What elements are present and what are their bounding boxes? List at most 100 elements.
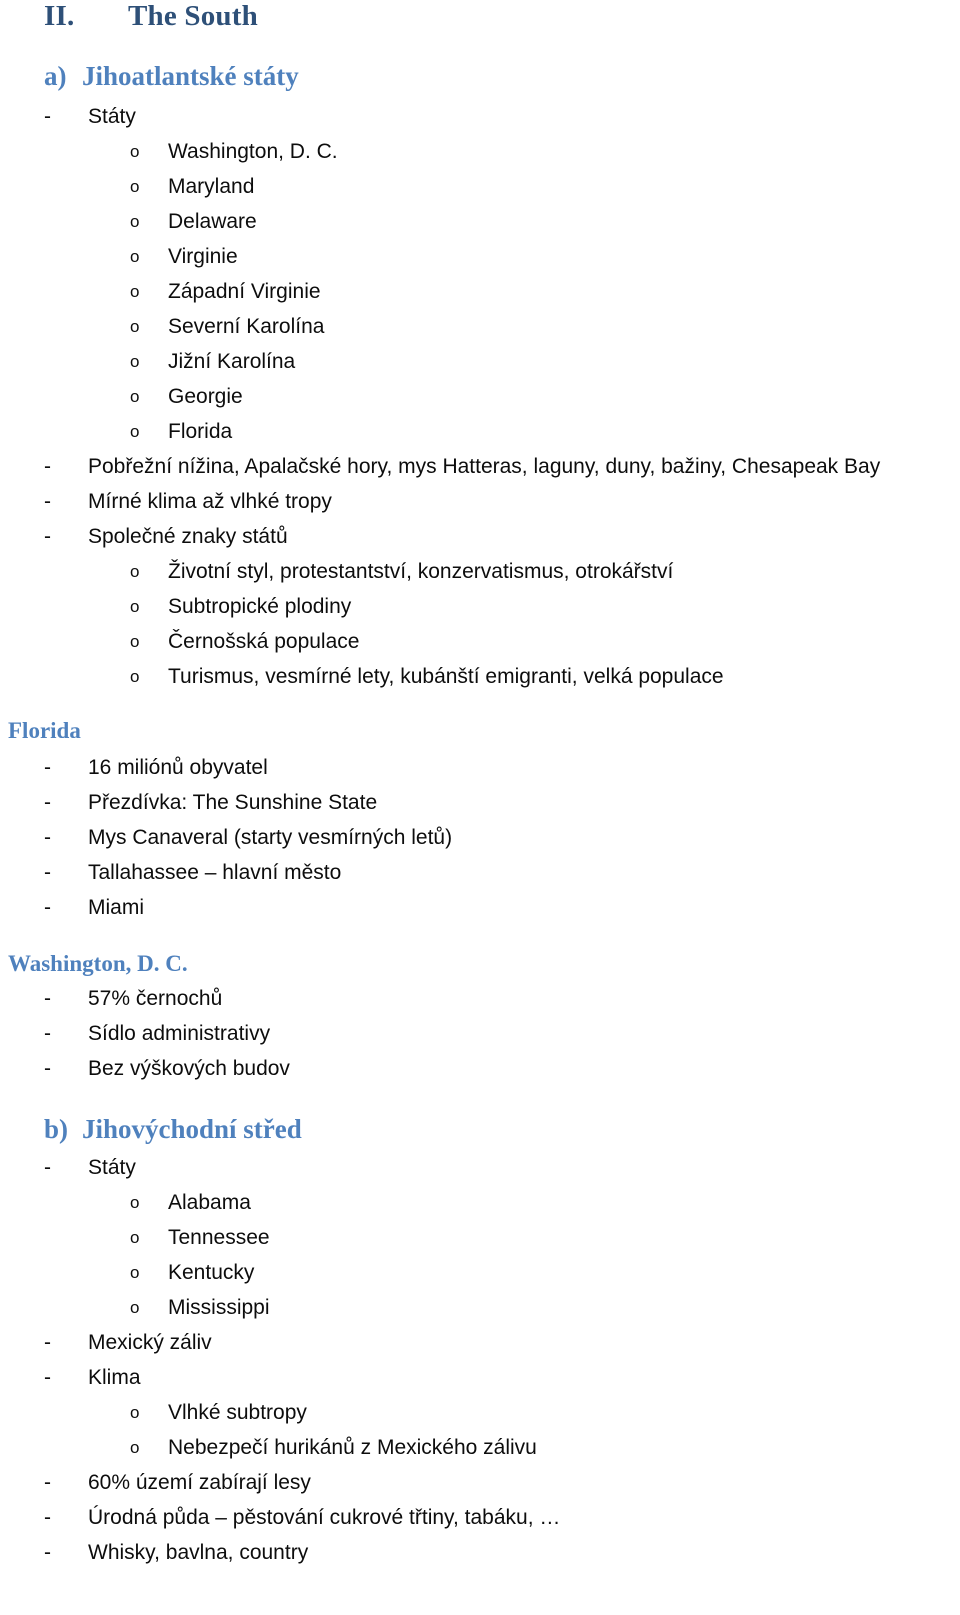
dash-bullet-icon: - <box>44 105 51 128</box>
list-item: - 16 miliónů obyvatel <box>44 755 268 780</box>
list-item-label: Vlhké subtropy <box>168 1401 307 1424</box>
list-item: o Virginie <box>130 244 238 269</box>
dash-bullet-icon: - <box>44 1471 51 1494</box>
list-item-label: Úrodná půda – pěstování cukrové třtiny, … <box>88 1506 561 1529</box>
heading-place-washington: Washington, D. C. <box>8 951 188 976</box>
dash-bullet-icon: - <box>44 1057 51 1080</box>
circle-bullet-icon: o <box>130 247 140 266</box>
heading-subsection-b-title: Jihovýchodní střed <box>82 1114 302 1144</box>
list-item: - Bez výškových budov <box>44 1056 290 1081</box>
circle-bullet-icon: o <box>130 142 140 161</box>
list-item-label: Jižní Karolína <box>168 350 296 373</box>
list-item-label: Georgie <box>168 385 243 408</box>
list-item: o Severní Karolína <box>130 314 324 339</box>
list-item-label: Mírné klima až vlhké tropy <box>88 490 332 513</box>
list-item: o Černošská populace <box>130 629 359 654</box>
dash-bullet-icon: - <box>44 455 51 478</box>
circle-bullet-icon: o <box>130 1228 140 1247</box>
list-item-label: Přezdívka: The Sunshine State <box>88 791 378 814</box>
circle-bullet-icon: o <box>130 387 140 406</box>
circle-bullet-icon: o <box>130 562 140 581</box>
circle-bullet-icon: o <box>130 177 140 196</box>
list-item-label: Subtropické plodiny <box>168 595 352 618</box>
list-item: - Státy <box>44 1155 136 1180</box>
list-item-label: Virginie <box>168 245 238 268</box>
list-item-label: Sídlo administrativy <box>88 1022 271 1045</box>
heading-subsection-b-marker: b) <box>44 1114 69 1144</box>
heading-subsection-a: a) Jihoatlantské státy <box>44 61 299 92</box>
list-item-label: Pobřežní nížina, Apalačské hory, mys Hat… <box>88 455 881 478</box>
list-item: o Vlhké subtropy <box>130 1400 307 1425</box>
list-item: o Turismus, vesmírné lety, kubánští emig… <box>130 664 724 689</box>
list-item-label: Delaware <box>168 210 257 233</box>
list-item: o Západní Virginie <box>130 279 321 304</box>
list-item: o Jižní Karolína <box>130 349 295 374</box>
heading-subsection-a-title: Jihoatlantské státy <box>82 61 299 91</box>
list-item: - 57% černochů <box>44 986 222 1011</box>
dash-bullet-icon: - <box>44 861 51 884</box>
list-item: o Tennessee <box>130 1225 270 1250</box>
list-item: o Nebezpečí hurikánů z Mexického zálivu <box>130 1435 537 1460</box>
list-item-label: Životní styl, protestantství, konzervati… <box>168 560 674 583</box>
list-item-label: Západní Virginie <box>168 280 321 303</box>
circle-bullet-icon: o <box>130 282 140 301</box>
list-item-label: Severní Karolína <box>168 315 325 338</box>
list-item-label: 16 miliónů obyvatel <box>88 756 268 779</box>
list-item: - Mys Canaveral (starty vesmírných letů) <box>44 825 452 850</box>
list-item-label: Alabama <box>168 1191 251 1214</box>
list-item: - Státy <box>44 104 136 129</box>
list-item: - Mírné klima až vlhké tropy <box>44 489 332 514</box>
list-item-label: Mississippi <box>168 1296 270 1319</box>
circle-bullet-icon: o <box>130 1403 140 1422</box>
dash-bullet-icon: - <box>44 756 51 779</box>
heading-subsection-a-marker: a) <box>44 61 67 91</box>
document-page: II. The South a) Jihoatlantské státy - S… <box>0 0 960 1615</box>
list-item: o Maryland <box>130 174 254 199</box>
circle-bullet-icon: o <box>130 632 140 651</box>
circle-bullet-icon: o <box>130 352 140 371</box>
list-item: o Alabama <box>130 1190 251 1215</box>
dash-bullet-icon: - <box>44 1541 51 1564</box>
dash-bullet-icon: - <box>44 791 51 814</box>
circle-bullet-icon: o <box>130 1263 140 1282</box>
heading-place-florida: Florida <box>8 718 81 743</box>
heading-section-marker: II. <box>44 0 75 32</box>
dash-bullet-icon: - <box>44 1022 51 1045</box>
dash-bullet-icon: - <box>44 1366 51 1389</box>
list-item-label: Mexický záliv <box>88 1331 212 1354</box>
list-item: o Georgie <box>130 384 243 409</box>
list-item-label: Státy <box>88 1156 136 1179</box>
list-item: - Klima <box>44 1365 141 1390</box>
list-item: - Pobřežní nížina, Apalačské hory, mys H… <box>44 454 880 479</box>
circle-bullet-icon: o <box>130 1438 140 1457</box>
list-item: - Přezdívka: The Sunshine State <box>44 790 377 815</box>
circle-bullet-icon: o <box>130 667 140 686</box>
circle-bullet-icon: o <box>130 1193 140 1212</box>
list-item-label: Maryland <box>168 175 255 198</box>
list-item: o Florida <box>130 419 232 444</box>
dash-bullet-icon: - <box>44 896 51 919</box>
dash-bullet-icon: - <box>44 490 51 513</box>
dash-bullet-icon: - <box>44 525 51 548</box>
list-item-label: Klima <box>88 1366 141 1389</box>
list-item-label: Nebezpečí hurikánů z Mexického zálivu <box>168 1436 537 1459</box>
list-item-label: Černošská populace <box>168 630 360 653</box>
list-item: o Kentucky <box>130 1260 254 1285</box>
list-item-label: Tallahassee – hlavní město <box>88 861 342 884</box>
list-item-label: Miami <box>88 896 144 919</box>
list-item: o Životní styl, protestantství, konzerva… <box>130 559 673 584</box>
list-item-label: Mys Canaveral (starty vesmírných letů) <box>88 826 453 849</box>
circle-bullet-icon: o <box>130 597 140 616</box>
list-item-label: Společné znaky států <box>88 525 288 548</box>
dash-bullet-icon: - <box>44 1331 51 1354</box>
list-item-label: Kentucky <box>168 1261 255 1284</box>
list-item-label: Turismus, vesmírné lety, kubánští emigra… <box>168 665 724 688</box>
list-item: o Mississippi <box>130 1295 270 1320</box>
list-item: - Tallahassee – hlavní město <box>44 860 341 885</box>
list-item-label: Florida <box>168 420 233 443</box>
list-item-label: Whisky, bavlna, country <box>88 1541 309 1564</box>
list-item-label: Státy <box>88 105 136 128</box>
list-item: - Společné znaky států <box>44 524 288 549</box>
heading-section-title: The South <box>128 0 258 32</box>
heading-subsection-b: b) Jihovýchodní střed <box>44 1114 302 1145</box>
